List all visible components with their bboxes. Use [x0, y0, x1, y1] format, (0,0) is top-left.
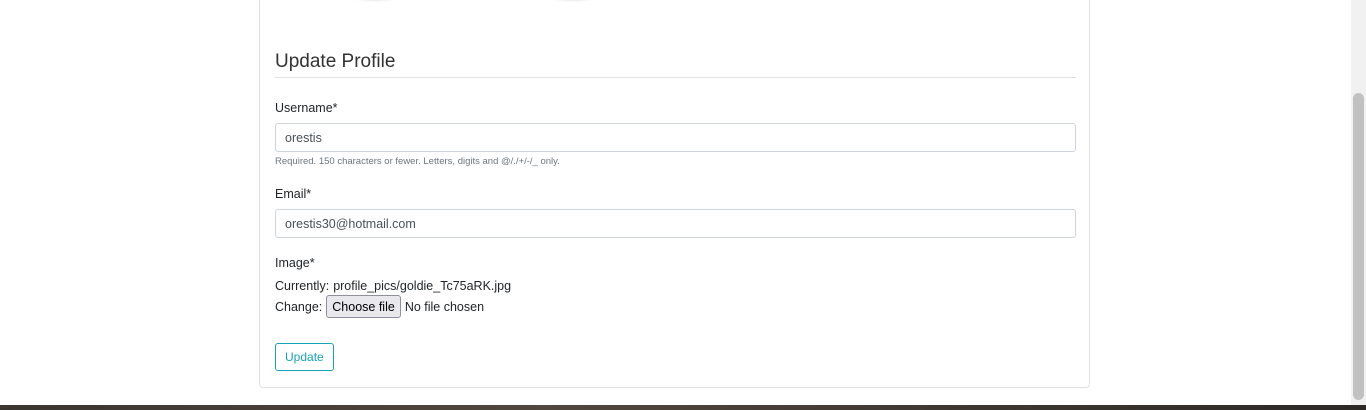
change-label: Change: [275, 299, 323, 314]
email-input[interactable] [275, 209, 1076, 238]
email-label: Email* [275, 187, 312, 201]
image-label: Image* [275, 256, 315, 270]
update-button[interactable]: Update [275, 343, 334, 371]
scrollbar-thumb[interactable] [1353, 93, 1364, 400]
current-image-row: Currently: profile_pics/goldie_Tc75aRK.j… [275, 279, 511, 293]
vertical-scrollbar[interactable] [1351, 0, 1366, 405]
current-image-link[interactable]: profile_pics/goldie_Tc75aRK.jpg [333, 279, 511, 293]
choose-file-button[interactable]: Choose file [326, 295, 401, 318]
profile-card: Update Profile Username* Required. 150 c… [259, 0, 1090, 388]
file-status-text: No file chosen [404, 299, 485, 314]
username-input[interactable] [275, 123, 1076, 152]
form-legend: Update Profile [275, 51, 1076, 78]
desktop-strip [0, 405, 1366, 410]
currently-label: Currently: [275, 279, 330, 293]
change-image-row: Change: Choose file No file chosen [275, 295, 484, 318]
username-help-text: Required. 150 characters or fewer. Lette… [275, 156, 560, 167]
username-label: Username* [275, 101, 338, 115]
page: Update Profile Username* Required. 150 c… [0, 0, 1366, 410]
